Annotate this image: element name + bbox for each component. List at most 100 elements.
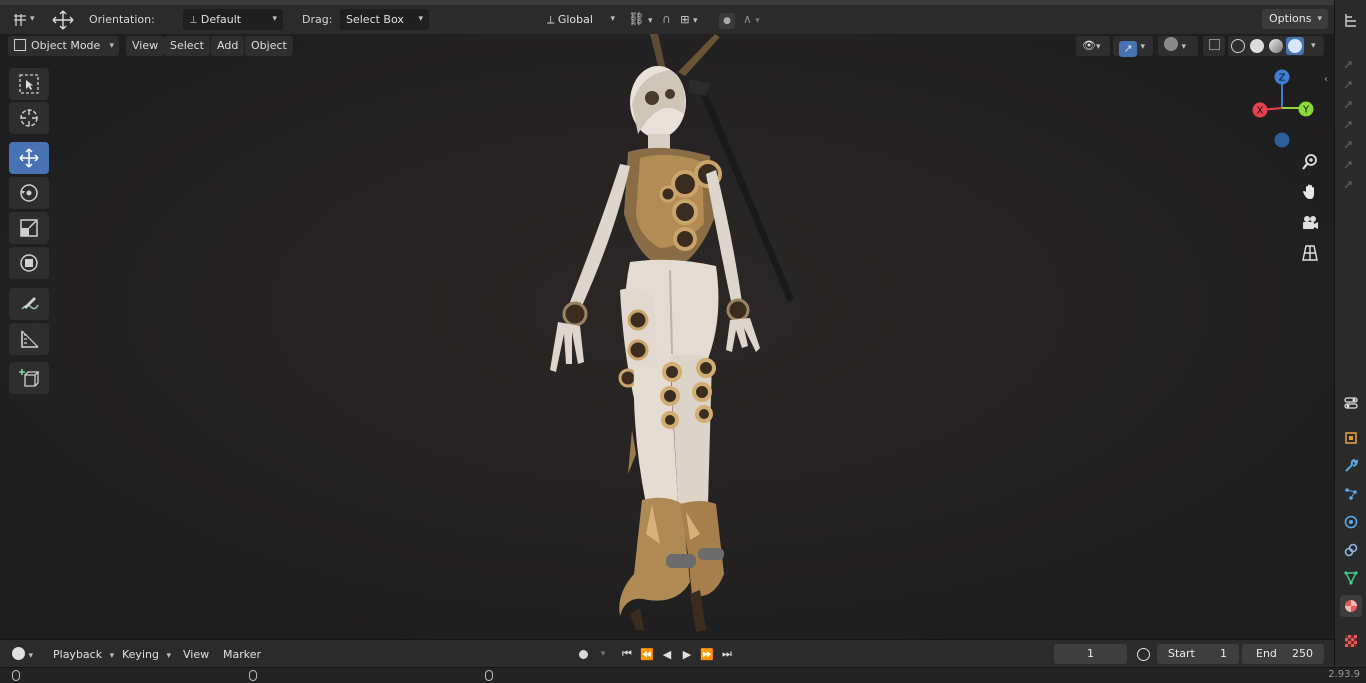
outliner-icon[interactable] [1340,9,1362,31]
character-model[interactable] [520,34,820,639]
chevron-down-icon: ▾ [600,649,606,659]
marker-menu[interactable]: Marker [223,645,261,665]
constraints-icon[interactable] [1340,539,1362,561]
jump-to-end-button[interactable]: ⏭ [718,645,736,663]
select-menu[interactable]: Select [164,36,210,56]
sidebar-expand-arrow[interactable]: ‹ [1324,74,1328,85]
wireframe-shading-icon [1231,39,1245,53]
pivot-point-dropdown[interactable]: ⛓ ▾ [628,9,658,30]
falloff-dropdown[interactable]: ∧ ▾ [743,9,769,30]
keying-menu[interactable]: Keying ▾ [122,645,171,665]
timeline-view-menu[interactable]: View [183,645,209,665]
pivot-link-icon: ⛓ [628,12,645,27]
cursor-tool[interactable] [9,102,49,134]
snap-magnet-icon: ∩ [662,12,671,26]
move-tool-indicator[interactable] [50,9,76,30]
select-box-tool[interactable] [9,68,49,100]
overlays-toggle[interactable]: ▾ [1158,36,1198,56]
play-button[interactable]: ▶ [678,645,696,663]
play-reverse-icon: ◀ [662,647,672,661]
orientation-value: Default [200,13,242,26]
pan-hand-icon[interactable] [1298,180,1322,204]
gizmo-y-label: Y [1302,105,1310,116]
chevron-down-icon: ▾ [648,16,653,26]
navigation-gizmo[interactable]: Z X Y [1248,68,1318,148]
start-frame-field[interactable]: Start 1 [1157,644,1239,664]
preview-range-toggle[interactable] [1134,645,1152,663]
move-arrows-icon [52,10,74,37]
particles-icon[interactable] [1340,483,1362,505]
mouse-right-icon [485,670,493,681]
chevron-down-icon: ▾ [28,651,34,661]
shading-mode-group[interactable]: ▾ [1228,36,1324,56]
gizmo-toggle[interactable]: ↗ ▾ [1113,36,1153,57]
object-mode-icon [14,39,26,51]
playback-menu[interactable]: Playback ▾ [53,645,114,665]
add-cube-tool[interactable] [9,362,49,394]
xray-toggle[interactable] [1203,36,1225,56]
chevron-down-icon: ▾ [1181,42,1187,52]
gizmo-negative-z[interactable] [1274,132,1290,148]
crosshair-cursor-icon [20,109,38,127]
chevron-down-icon: ▾ [418,14,423,24]
zoom-icon[interactable] [1298,150,1322,174]
object-data-mesh-icon[interactable] [1340,567,1362,589]
transform-space-value: Global [557,13,593,26]
move-tool[interactable] [9,142,49,174]
end-frame-field[interactable]: End 250 [1242,644,1324,664]
view-menu[interactable]: View [126,36,165,56]
mode-value: Object Mode [31,39,101,52]
mode-dropdown[interactable]: Object Mode ▾ [8,36,119,56]
drag-label: Drag: [302,13,333,26]
keying-label: Keying [122,648,159,661]
annotate-tool[interactable] [9,288,49,320]
chevron-down-icon: ▾ [1140,42,1146,52]
transform-space-dropdown[interactable]: ⟂ Global ▾ [541,9,621,30]
timeline-editor-type-button[interactable]: ▾ [8,645,40,665]
start-label: Start [1168,647,1195,660]
orientation-dropdown[interactable]: ⊥ Default ▾ [183,9,283,30]
add-menu[interactable]: Add [211,36,245,56]
camera-view-icon[interactable] [1298,211,1322,235]
editor-type-button[interactable]: ▾ [8,9,40,30]
tool-settings-header: ▾ Orientation: ⊥ Default ▾ Drag: Select … [0,0,1334,34]
snap-increment-icon: ⊞ [680,13,690,26]
gizmo-icon: ↗ [1119,41,1137,57]
snapping-controls[interactable]: ∩ ⊞ ▾ [662,9,714,30]
3d-viewport[interactable]: Object Mode ▾ View Select Add Object 👁▾ … [0,34,1334,639]
chevron-down-icon: ▾ [1095,42,1101,52]
perspective-grid-icon[interactable] [1298,241,1322,265]
texture-properties-icon[interactable] [1340,630,1362,652]
object-properties-icon[interactable] [1340,427,1362,449]
tool-properties-icon[interactable] [1340,392,1362,414]
jump-to-keyframe-back-button[interactable]: ⏪ [638,645,656,663]
object-menu[interactable]: Object [245,36,293,56]
material-properties-icon[interactable] [1340,595,1362,617]
rotate-tool[interactable] [9,177,49,209]
physics-icon[interactable] [1340,511,1362,533]
options-dropdown[interactable]: Options ▾ [1262,9,1328,29]
proportional-editing-toggle[interactable]: ● [719,9,739,30]
clock-icon [12,647,25,660]
keying-set-dropdown[interactable]: ▾ [594,645,612,663]
jump-to-keyframe-forward-button[interactable]: ⏩ [698,645,716,663]
play-reverse-button[interactable]: ◀ [658,645,676,663]
jump-to-start-button[interactable]: ⏮ [618,645,636,663]
measure-tool[interactable] [9,323,49,355]
selectability-visibility-dropdown[interactable]: 👁▾ [1076,36,1110,56]
current-frame-field[interactable]: 1 [1054,644,1127,664]
outliner-restrict-column [1335,52,1366,192]
orientation-axes-icon: ⊥ [189,15,201,26]
material-shading-icon [1269,39,1283,53]
modifier-wrench-icon[interactable] [1340,455,1362,477]
mouse-middle-icon [249,670,257,681]
proportional-dot-icon: ● [719,13,735,29]
chevron-down-icon: ▾ [166,651,171,661]
grid-transform-icon [12,12,28,35]
scale-tool[interactable] [9,212,49,244]
auto-keying-toggle[interactable] [574,645,592,663]
end-label: End [1256,647,1277,660]
transform-tool[interactable] [9,247,49,279]
scale-icon [20,219,38,237]
drag-dropdown[interactable]: Select Box ▾ [340,9,429,30]
